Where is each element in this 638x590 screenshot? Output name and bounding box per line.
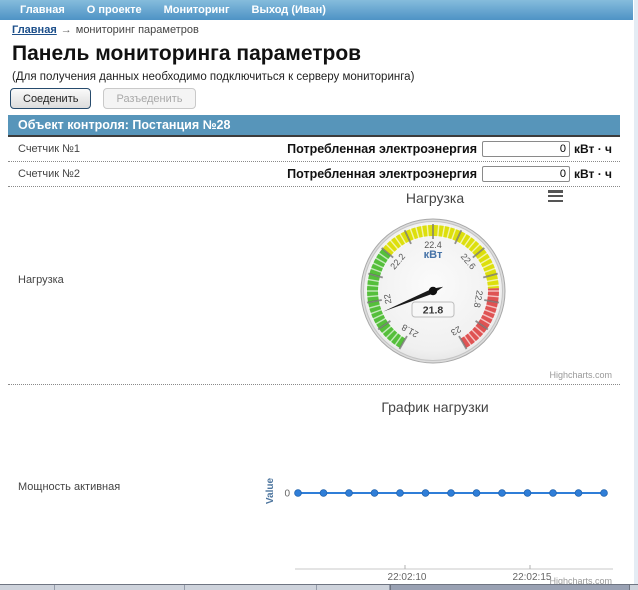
breadcrumb-separator: → xyxy=(60,24,72,36)
svg-text:0: 0 xyxy=(284,489,290,500)
counter-2-label: Счетчик №2 xyxy=(18,168,81,180)
counter-2-value-input[interactable] xyxy=(482,166,570,182)
breadcrumb-home-link[interactable]: Главная xyxy=(12,24,57,36)
monitoring-page: { "nav": { "items": [ {"label": "Главная… xyxy=(0,0,638,590)
breadcrumb-current: мониторинг параметров xyxy=(75,24,199,36)
nav-item-about[interactable]: О проекте xyxy=(87,4,142,16)
svg-text:Value: Value xyxy=(265,478,276,505)
counter-2-unit: кВт · ч xyxy=(574,167,613,181)
breadcrumb: Главная → мониторинг параметров xyxy=(12,24,199,36)
counter-1-field-label: Потребленная электроэнергия xyxy=(287,142,477,156)
nav-item-home[interactable]: Главная xyxy=(20,4,65,16)
taskbar xyxy=(0,584,638,590)
gauge-chart-title: Нагрузка xyxy=(405,190,465,206)
connect-button[interactable]: Соеденить xyxy=(10,88,92,109)
connection-buttons: Соеденить Разъеденить xyxy=(10,88,196,109)
gauge-row-label: Нагрузка xyxy=(18,274,64,286)
counter-1-value-input[interactable] xyxy=(482,141,570,157)
line-row-label: Мощность активная xyxy=(18,481,121,493)
taskbar-segment[interactable] xyxy=(630,585,638,590)
table-row: Счетчик №1 Потребленная электроэнергия к… xyxy=(8,137,620,162)
page-subtitle: (Для получения данных необходимо подключ… xyxy=(12,71,415,83)
svg-text:кВт: кВт xyxy=(424,249,443,261)
taskbar-segment[interactable] xyxy=(55,585,185,590)
nav-item-logout[interactable]: Выход (Иван) xyxy=(252,4,326,16)
counter-1-label: Счетчик №1 xyxy=(18,143,81,155)
counter-2-field-label: Потребленная электроэнергия xyxy=(287,167,477,181)
taskbar-segment[interactable] xyxy=(185,585,317,590)
disconnect-button[interactable]: Разъеденить xyxy=(103,88,196,109)
nav-item-monitoring[interactable]: Мониторинг xyxy=(164,4,230,16)
svg-text:21.8: 21.8 xyxy=(423,305,444,317)
control-object-panel: Объект контроля: Постанция №28 Счетчик №… xyxy=(8,115,620,585)
highcharts-credit[interactable]: Highcharts.com xyxy=(549,370,612,380)
chart-context-menu-icon[interactable] xyxy=(548,190,563,202)
taskbar-segment[interactable] xyxy=(317,585,390,590)
load-line-chart: Value 022:02:10 22:02:15Highcharts.com xyxy=(265,478,613,585)
line-chart-row: Мощность активная График нагрузки Value 0… xyxy=(8,385,620,585)
svg-text:22:02:10: 22:02:10 xyxy=(388,572,427,583)
taskbar-segment[interactable] xyxy=(0,585,55,590)
counter-1-unit: кВт · ч xyxy=(574,142,613,156)
table-row: Счетчик №2 Потребленная электроэнергия к… xyxy=(8,162,620,187)
svg-text:22: 22 xyxy=(382,293,394,305)
page-title: Панель мониторинга параметров xyxy=(12,42,362,65)
taskbar-segment-active[interactable] xyxy=(390,585,630,590)
line-chart-title: График нагрузки xyxy=(381,399,489,415)
gauge-row: Нагрузка Нагрузка 21.8 22 22.2 22.4 22.6 22.8… xyxy=(8,187,620,385)
svg-text:22:02:15: 22:02:15 xyxy=(513,572,552,583)
load-gauge-chart: 21.82222.222.422.622.823кВт21.8 xyxy=(360,218,506,364)
panel-header: Объект контроля: Постанция №28 xyxy=(8,115,620,137)
top-navbar: Главная О проекте Мониторинг Выход (Иван… xyxy=(0,0,633,20)
vertical-scrollbar[interactable] xyxy=(633,0,638,584)
